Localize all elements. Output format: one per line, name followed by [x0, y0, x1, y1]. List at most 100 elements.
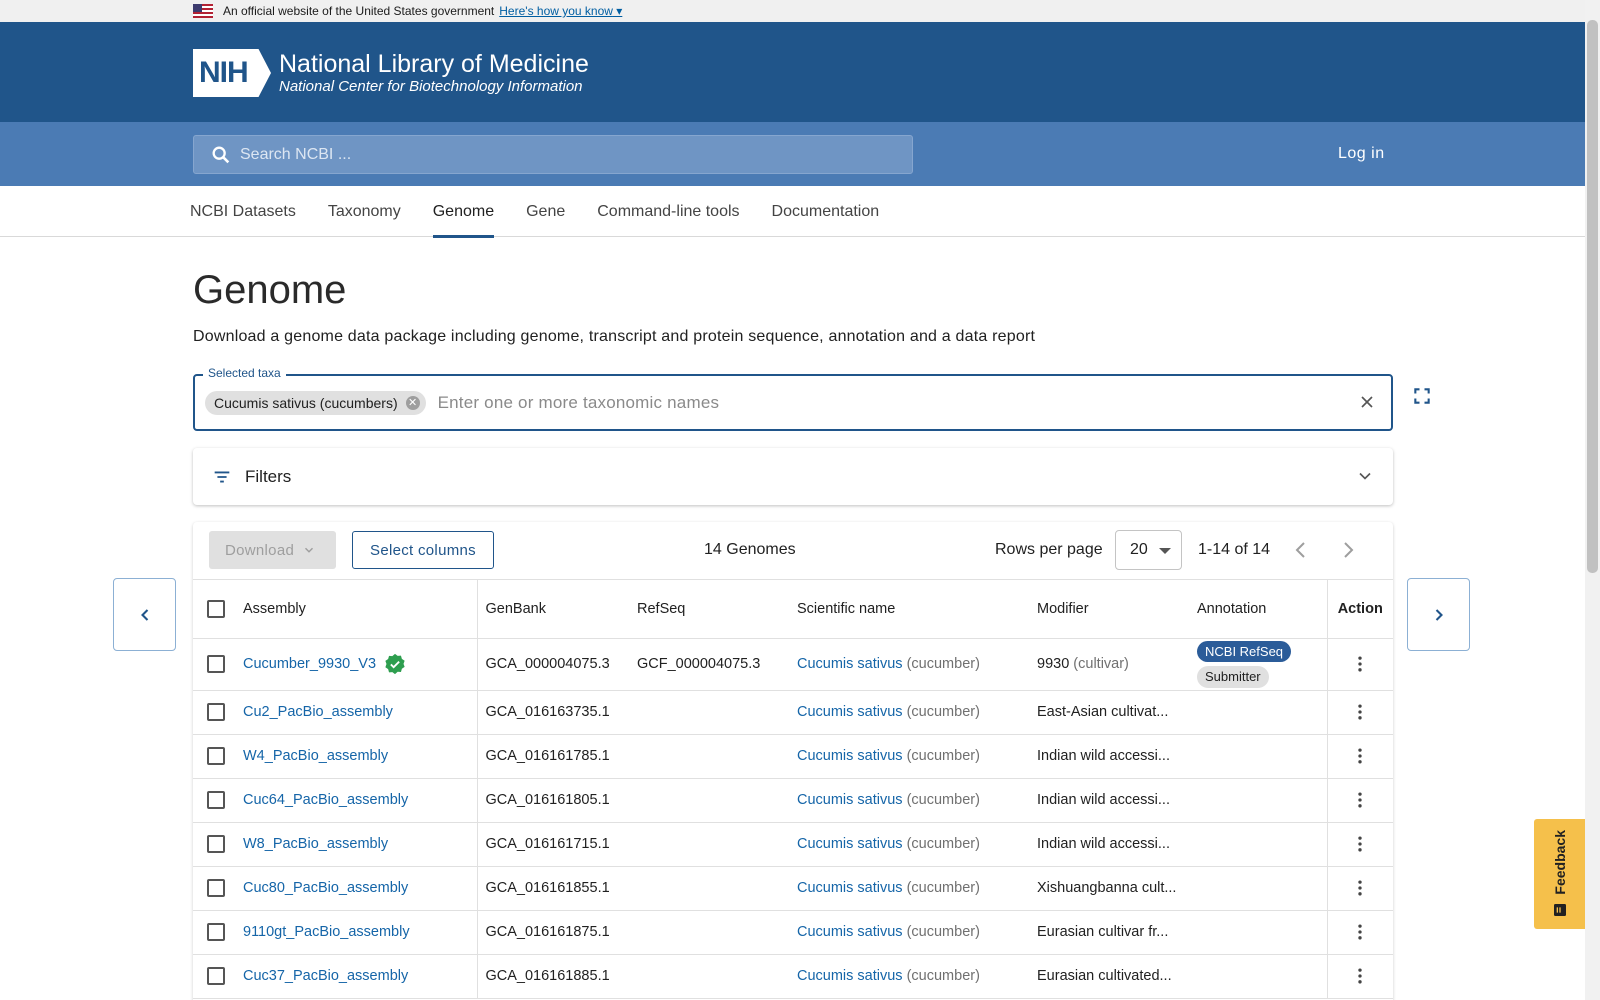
chevron-down-icon [305, 547, 314, 553]
refseq-accession [637, 866, 797, 911]
more-vert-icon[interactable] [1350, 922, 1370, 942]
row-checkbox[interactable] [207, 967, 225, 986]
assembly-link[interactable]: 9110gt_PacBio_assembly [243, 924, 410, 940]
column-header-annotation[interactable]: Annotation [1197, 580, 1328, 639]
search-icon [212, 146, 230, 163]
assembly-link[interactable]: Cuc37_PacBio_assembly [243, 968, 408, 984]
scientific-name-link[interactable]: Cucumis sativus [797, 836, 903, 852]
select-all-checkbox[interactable] [207, 599, 225, 618]
table-row[interactable]: Cuc64_PacBio_assembly GCA_016161805.1 Cucu… [193, 778, 1393, 823]
download-button[interactable]: Download [209, 531, 336, 569]
assembly-link[interactable]: Cuc80_PacBio_assembly [243, 880, 408, 896]
table-row[interactable]: W4_PacBio_assembly GCA_016161785.1 Cucumis… [193, 734, 1393, 779]
tab-documentation[interactable]: Documentation [772, 186, 880, 237]
genbank-accession: GCA_016161715.1 [477, 822, 637, 867]
table-row[interactable]: W8_PacBio_assembly GCA_016161715.1 Cucumis… [193, 822, 1393, 867]
select-columns-button[interactable]: Select columns [352, 531, 494, 569]
more-vert-icon[interactable] [1350, 790, 1370, 810]
scientific-name-link[interactable]: Cucumis sativus [797, 792, 903, 808]
selected-taxa-field[interactable]: Selected taxa Cucumis sativus (cucumbers… [193, 366, 1393, 431]
more-vert-icon[interactable] [1350, 878, 1370, 898]
assembly-link[interactable]: Cuc64_PacBio_assembly [243, 792, 408, 808]
chevron-down-icon[interactable] [1355, 466, 1375, 486]
cancel-icon[interactable]: ✕ [405, 395, 420, 410]
modifier-type: (cultivar) [1073, 656, 1129, 673]
assembly-link[interactable]: W8_PacBio_assembly [243, 836, 388, 852]
scientific-name-link[interactable]: Cucumis sativus [797, 880, 903, 896]
tab-ncbi-datasets[interactable]: NCBI Datasets [190, 186, 296, 237]
table-row[interactable]: Cuc80_PacBio_assembly GCA_016161855.1 Cucu… [193, 866, 1393, 911]
nlm-title: National Library of Medicine [279, 50, 589, 78]
search-box[interactable] [193, 135, 913, 174]
nlm-logo[interactable]: NIH National Library of Medicine Nationa… [193, 49, 589, 97]
taxon-chip[interactable]: Cucumis sativus (cucumbers) ✕ [205, 390, 426, 415]
table-row[interactable]: Cuc37_PacBio_assembly GCA_016161885.1 Cucu… [193, 954, 1393, 999]
common-name: (cucumber) [906, 924, 980, 941]
page-scrollbar[interactable] [1585, 0, 1600, 1000]
scientific-name-link[interactable]: Cucumis sativus [797, 924, 903, 940]
login-button[interactable]: Log in [1338, 145, 1385, 163]
column-header-scientific-name[interactable]: Scientific name [797, 580, 1037, 639]
row-checkbox[interactable] [207, 923, 225, 942]
modifier-value: 9930 [1037, 656, 1070, 673]
table-header-row: Assembly GenBank RefSeq Scientific name … [193, 580, 1393, 639]
row-checkbox[interactable] [207, 835, 225, 854]
heres-how-you-know-link[interactable]: Here's how you know ▾ [499, 4, 622, 18]
scrollbar-thumb[interactable] [1587, 20, 1598, 573]
genbank-accession: GCA_016161805.1 [477, 778, 637, 823]
row-checkbox[interactable] [207, 791, 225, 810]
more-vert-icon[interactable] [1350, 966, 1370, 986]
tab-gene[interactable]: Gene [526, 186, 565, 237]
table-row[interactable]: Cu2_PacBio_assembly GCA_016163735.1 Cucumi… [193, 690, 1393, 735]
rows-per-page-select[interactable]: 20 [1115, 530, 1182, 570]
search-input[interactable] [240, 145, 880, 164]
nav-tabs: NCBI Datasets Taxonomy Genome Gene Comma… [0, 186, 1600, 238]
assembly-link[interactable]: Cu2_PacBio_assembly [243, 704, 393, 720]
scientific-name-link[interactable]: Cucumis sativus [797, 748, 903, 764]
refseq-accession: GCF_000004075.3 [637, 638, 797, 691]
common-name: (cucumber) [906, 880, 980, 897]
column-header-assembly[interactable]: Assembly [243, 580, 478, 639]
assembly-link[interactable]: W4_PacBio_assembly [243, 748, 388, 764]
more-vert-icon[interactable] [1350, 654, 1370, 674]
page-subtitle: Download a genome data package including… [193, 328, 1036, 345]
row-checkbox[interactable] [207, 655, 225, 674]
more-vert-icon[interactable] [1350, 702, 1370, 722]
taxa-input[interactable] [437, 392, 1338, 413]
row-checkbox[interactable] [207, 879, 225, 898]
column-header-genbank[interactable]: GenBank [477, 580, 637, 639]
scroll-right-button[interactable] [1407, 578, 1470, 651]
fullscreen-icon[interactable] [1412, 386, 1432, 406]
assembly-link[interactable]: Cucumber_9930_V3 [243, 656, 376, 672]
scientific-name-link[interactable]: Cucumis sativus [797, 968, 903, 984]
close-icon[interactable] [1357, 392, 1377, 412]
chevron-right-icon[interactable] [1336, 538, 1360, 562]
refseq-accession [637, 690, 797, 735]
column-header-refseq[interactable]: RefSeq [637, 580, 797, 639]
nih-header: NIH National Library of Medicine Nationa… [0, 22, 1600, 122]
more-vert-icon[interactable] [1350, 746, 1370, 766]
common-name: (cucumber) [906, 656, 980, 673]
page-title: Genome [193, 268, 347, 312]
common-name: (cucumber) [906, 836, 980, 853]
scientific-name-link[interactable]: Cucumis sativus [797, 704, 903, 720]
refseq-accession [637, 954, 797, 999]
row-checkbox[interactable] [207, 703, 225, 722]
gov-banner: An official website of the United States… [0, 0, 1600, 22]
scientific-name-link[interactable]: Cucumis sativus [797, 656, 903, 672]
scroll-left-button[interactable] [113, 578, 176, 651]
table-row[interactable]: 9110gt_PacBio_assembly GCA_016161875.1 Cuc… [193, 910, 1393, 955]
column-header-modifier[interactable]: Modifier [1037, 580, 1197, 639]
page-range: 1-14 of 14 [1198, 541, 1271, 558]
rows-per-page-label: Rows per page [995, 541, 1103, 558]
feedback-button[interactable]: Feedback [1534, 819, 1585, 929]
table-row[interactable]: Cucumber_9930_V3 GCA_000004075.3 GCF_00000… [193, 638, 1393, 691]
filter-icon [214, 471, 230, 482]
tab-taxonomy[interactable]: Taxonomy [328, 186, 401, 237]
chevron-left-icon[interactable] [1289, 538, 1313, 562]
filters-panel[interactable]: Filters [193, 448, 1393, 505]
tab-command-line-tools[interactable]: Command-line tools [597, 186, 739, 237]
more-vert-icon[interactable] [1350, 834, 1370, 854]
tab-genome[interactable]: Genome [432, 186, 495, 238]
row-checkbox[interactable] [207, 747, 225, 766]
